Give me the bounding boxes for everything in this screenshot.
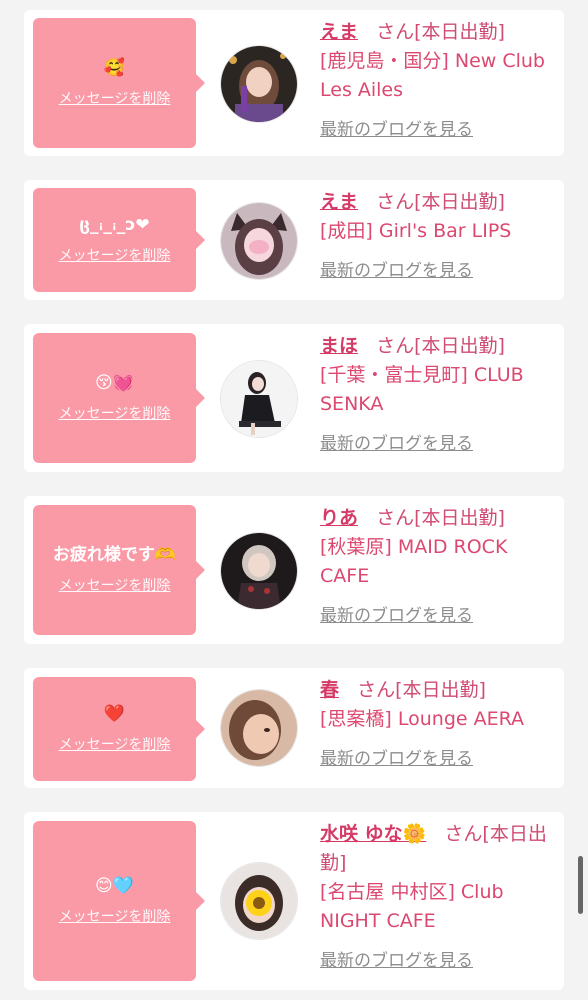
woman-closeup-icon bbox=[221, 690, 297, 766]
cast-status: さん[本日出勤] bbox=[357, 679, 486, 701]
woman-with-cat-ears-icon bbox=[221, 203, 297, 279]
avatar[interactable] bbox=[220, 360, 298, 438]
woman-portrait-night-icon bbox=[221, 46, 297, 122]
latest-blog-link[interactable]: 最新のブログを見る bbox=[320, 429, 473, 454]
cast-name-link[interactable]: えま bbox=[320, 21, 358, 43]
cast-info: 水咲 ゆな🌼 さん[本日出勤] [名古屋 中村区] Club NIGHT CAF… bbox=[320, 820, 556, 971]
cast-status: さん[本日出勤] bbox=[376, 21, 505, 43]
message-text: お疲れ様です🫶 bbox=[52, 544, 177, 565]
message-text: ც_ꜟ_ꜟ_ɔ❤ bbox=[79, 214, 150, 235]
shop-name: [秋葉原] MAID ROCK CAFE bbox=[320, 536, 508, 587]
latest-blog-link[interactable]: 最新のブログを見る bbox=[320, 256, 473, 281]
scrollbar-thumb[interactable] bbox=[578, 856, 583, 914]
message-bubble: 😚💓 メッセージを削除 bbox=[33, 333, 205, 463]
shop-name: [鹿児島・国分] New Club Les Ailes bbox=[320, 50, 545, 101]
avatar[interactable] bbox=[220, 862, 298, 940]
woman-sunflower-sticker-icon bbox=[221, 863, 297, 939]
cast-info: りあ さん[本日出勤] [秋葉原] MAID ROCK CAFE 最新のブログを… bbox=[320, 504, 556, 626]
shop-name: [成田] Girl's Bar LIPS bbox=[320, 220, 512, 242]
message-bubble: お疲れ様です🫶 メッセージを削除 bbox=[33, 505, 205, 635]
cast-status: さん[本日出勤] bbox=[376, 335, 505, 357]
latest-blog-link[interactable]: 最新のブログを見る bbox=[320, 744, 473, 769]
message-bubble: 😊🩵 メッセージを削除 bbox=[33, 821, 205, 981]
latest-blog-link[interactable]: 最新のブログを見る bbox=[320, 946, 473, 971]
delete-message-link[interactable]: メッセージを削除 bbox=[59, 403, 171, 423]
latest-blog-link[interactable]: 最新のブログを見る bbox=[320, 601, 473, 626]
delete-message-link[interactable]: メッセージを削除 bbox=[59, 245, 171, 265]
shop-name: [思案橋] Lounge AERA bbox=[320, 708, 525, 730]
avatar[interactable] bbox=[220, 45, 298, 123]
message-text: 🥰 bbox=[103, 57, 126, 78]
cast-name-link[interactable]: りあ bbox=[320, 507, 358, 529]
cast-status: さん[本日出勤] bbox=[376, 191, 505, 213]
cast-info: えま さん[本日出勤] [鹿児島・国分] New Club Les Ailes … bbox=[320, 18, 556, 140]
message-card: お疲れ様です🫶 メッセージを削除 りあ さん[本日出勤] [秋葉原] MAID … bbox=[24, 496, 564, 644]
delete-message-link[interactable]: メッセージを削除 bbox=[59, 575, 171, 595]
avatar[interactable] bbox=[220, 689, 298, 767]
message-text: ❤️ bbox=[103, 703, 126, 724]
latest-blog-link[interactable]: 最新のブログを見る bbox=[320, 115, 473, 140]
cast-info: まほ さん[本日出勤] [千葉・富士見町] CLUB SENKA 最新のブログを… bbox=[320, 332, 556, 454]
cast-name-link[interactable]: えま bbox=[320, 191, 358, 213]
message-card: 😊🩵 メッセージを削除 水咲 ゆな🌼 さん[本日出勤] [名古屋 中村区] Cl… bbox=[24, 812, 564, 990]
cast-info: 春 さん[本日出勤] [思案橋] Lounge AERA 最新のブログを見る bbox=[320, 676, 556, 769]
woman-dark-outfit-icon bbox=[221, 533, 297, 609]
avatar[interactable] bbox=[220, 202, 298, 280]
message-card: ❤️ メッセージを削除 春 さん[本日出勤] [思案橋] Lounge AERA… bbox=[24, 668, 564, 788]
avatar[interactable] bbox=[220, 532, 298, 610]
message-card: 🥰 メッセージを削除 えま さん[本日出勤] [鹿児島・国分] New Club… bbox=[24, 10, 564, 156]
message-card: ც_ꜟ_ꜟ_ɔ❤ メッセージを削除 えま さん[本日出勤] [成田] Girl'… bbox=[24, 180, 564, 300]
message-text: 😚💓 bbox=[95, 372, 134, 393]
cast-name-link[interactable]: まほ bbox=[320, 335, 358, 357]
cast-status: さん[本日出勤] bbox=[376, 507, 505, 529]
delete-message-link[interactable]: メッセージを削除 bbox=[59, 906, 171, 926]
cast-name-link[interactable]: 春 bbox=[320, 679, 339, 701]
delete-message-link[interactable]: メッセージを削除 bbox=[59, 88, 171, 108]
shop-name: [千葉・富士見町] CLUB SENKA bbox=[320, 364, 524, 415]
shop-name: [名古屋 中村区] Club NIGHT CAFE bbox=[320, 881, 504, 932]
delete-message-link[interactable]: メッセージを削除 bbox=[59, 734, 171, 754]
cast-name-link[interactable]: 水咲 ゆな🌼 bbox=[320, 823, 426, 845]
message-text: 😊🩵 bbox=[95, 875, 134, 896]
woman-seated-black-dress-icon bbox=[221, 361, 297, 437]
cast-info: えま さん[本日出勤] [成田] Girl's Bar LIPS 最新のブログを… bbox=[320, 188, 556, 281]
message-bubble: 🥰 メッセージを削除 bbox=[33, 18, 205, 148]
message-bubble: ც_ꜟ_ꜟ_ɔ❤ メッセージを削除 bbox=[33, 188, 205, 292]
message-bubble: ❤️ メッセージを削除 bbox=[33, 677, 205, 781]
message-card: 😚💓 メッセージを削除 まほ さん[本日出勤] [千葉・富士見町] CLUB S… bbox=[24, 324, 564, 472]
